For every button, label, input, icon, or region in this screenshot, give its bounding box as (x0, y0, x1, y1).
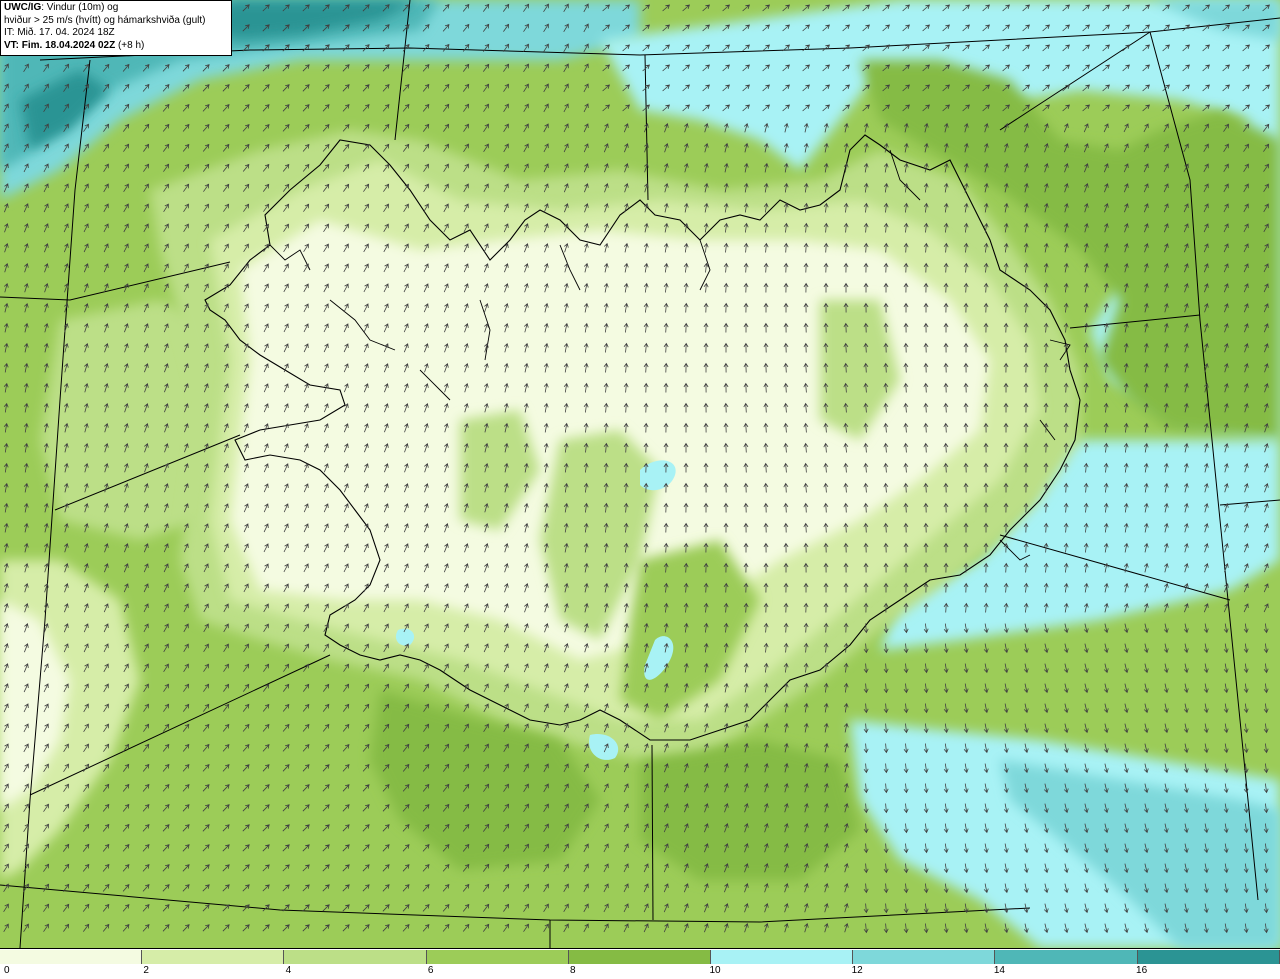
legend-tick-label: 4 (286, 965, 292, 976)
legend-tick-label: 14 (994, 965, 1005, 976)
color-legend: 0 2 4 6 8 10 12 14 16 (0, 948, 1280, 979)
legend-tick-label: 8 (570, 965, 576, 976)
valid-time: VT: Fim. 18.04.2024 02Z (4, 40, 115, 51)
legend-tick-label: 12 (852, 965, 863, 976)
legend-swatch (853, 950, 995, 964)
legend-swatch (427, 950, 569, 964)
info-line-2: hviður > 25 m/s (hvítt) og hámarkshviða … (4, 15, 228, 28)
legend-swatch (1138, 950, 1280, 964)
legend-swatch (284, 950, 426, 964)
wind-map-canvas (0, 0, 1280, 948)
legend-swatch (995, 950, 1137, 964)
legend-tick-label: 6 (428, 965, 434, 976)
info-box: UWC/IG: Vindur (10m) og hviður > 25 m/s … (0, 0, 232, 56)
legend-tick-label: 0 (4, 965, 10, 976)
forecast-offset: (+8 h) (115, 40, 144, 51)
legend-tick-label: 2 (143, 965, 149, 976)
legend-swatch (569, 950, 711, 964)
info-line-1-text: : Vindur (10m) og (41, 2, 118, 13)
model-name: UWC/IG (4, 2, 41, 13)
info-line-4: VT: Fim. 18.04.2024 02Z (+8 h) (4, 40, 228, 53)
legend-tick-label: 10 (709, 965, 720, 976)
info-line-3: IT: Mið. 17. 04. 2024 18Z (4, 27, 228, 40)
wind-map: UWC/IG: Vindur (10m) og hviður > 25 m/s … (0, 0, 1280, 948)
legend-swatch (0, 950, 142, 964)
info-line-1: UWC/IG: Vindur (10m) og (4, 2, 228, 15)
legend-swatch (711, 950, 853, 964)
legend-swatch (142, 950, 284, 964)
legend-tick-label: 16 (1136, 965, 1147, 976)
